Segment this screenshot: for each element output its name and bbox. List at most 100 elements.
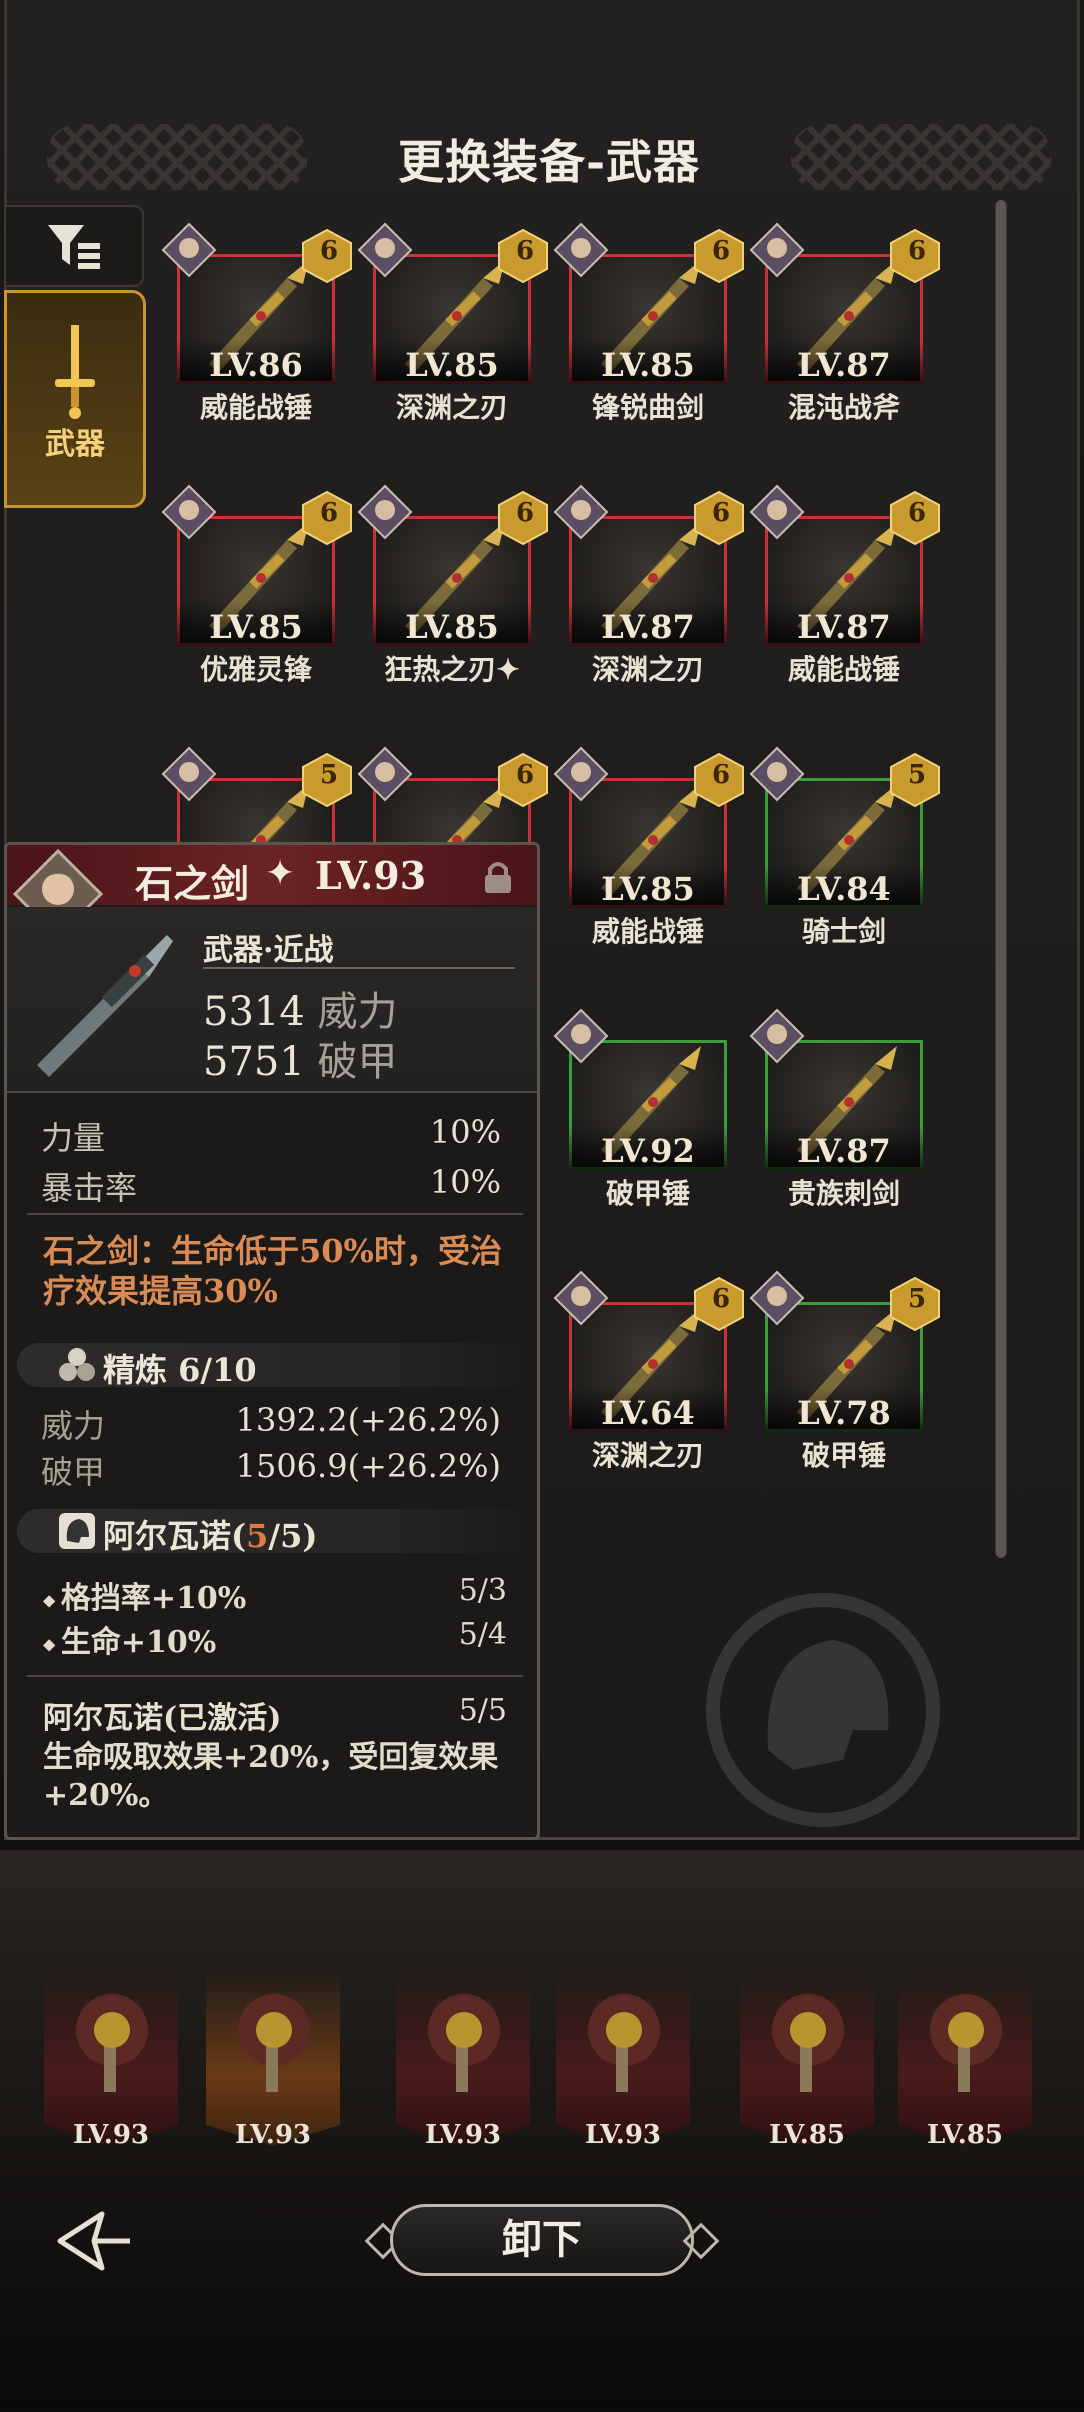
weapon-slot[interactable]: LV.86 威能战锤 6	[161, 220, 352, 424]
refine-row: 破甲 1506.9(+26.2%)	[41, 1447, 501, 1493]
equipped-slot[interactable]: LV.93	[44, 1970, 178, 2166]
set-name: 阿尔瓦诺(	[103, 1517, 247, 1555]
set-count-current: 5	[246, 1517, 269, 1555]
weapon-name: 骑士剑	[801, 915, 886, 948]
weapon-slot[interactable]: LV.84 骑士剑 5	[749, 744, 940, 948]
weapon-name: 混沌战斧	[787, 391, 900, 424]
weapon-slot[interactable]: LV.85 优雅灵锋 6	[161, 482, 352, 686]
rank-number: 6	[319, 236, 339, 266]
divider	[203, 967, 515, 969]
rapier-icon	[930, 1994, 1002, 2092]
scrollbar[interactable]	[995, 200, 1007, 1558]
rank-number: 6	[515, 760, 535, 790]
rank-number: 6	[711, 1284, 731, 1314]
equipped-slot[interactable]: LV.93	[556, 1970, 690, 2166]
unequip-button[interactable]: 卸下	[390, 2204, 694, 2276]
set-bonus-label: 生命+10%	[60, 1625, 217, 1660]
weapon-name: 贵族刺剑	[787, 1177, 900, 1210]
refine-row-value: 1392.2(+26.2%)	[235, 1401, 501, 1439]
weapon-name: 深渊之刃	[591, 1439, 704, 1472]
rank-number: 6	[907, 498, 927, 528]
back-icon[interactable]	[54, 2208, 136, 2274]
substat-row: 力量 10%	[41, 1113, 501, 1159]
scrollbar-thumb[interactable]	[996, 200, 1006, 1558]
tooltip-item-level: LV.93	[315, 853, 427, 898]
weapon-slot[interactable]: LV.87 威能战锤 6	[749, 482, 940, 686]
set-header: 阿尔瓦诺(5/5)	[17, 1509, 531, 1555]
refine-row: 威力 1392.2(+26.2%)	[41, 1401, 501, 1447]
set-count-total: /5)	[268, 1517, 318, 1555]
substat-value: 10%	[429, 1113, 501, 1151]
hammer-icon	[76, 1994, 148, 2092]
hero-portrait-icon	[161, 484, 217, 540]
hero-portrait-icon	[749, 1270, 805, 1326]
weapon-slot[interactable]: LV.85 锋锐曲剑 6	[553, 220, 744, 424]
weapon-slot[interactable]: LV.85 狂热之刃✦ 6	[357, 482, 548, 686]
hero-portrait-icon	[161, 746, 217, 802]
lock-icon[interactable]	[481, 859, 515, 895]
weapon-slot[interactable]: LV.64 深渊之刃 6	[553, 1268, 744, 1472]
hero-portrait-icon	[357, 746, 413, 802]
set-active-desc: 生命吸取效果+20%，受回复效果+20%。	[43, 1740, 499, 1813]
weapon-level: LV.85	[569, 864, 727, 908]
hero-portrait-icon	[749, 1008, 805, 1064]
equipped-level: LV.93	[72, 2120, 150, 2150]
weapon-level: LV.87	[765, 1126, 923, 1170]
filter-button[interactable]	[4, 205, 144, 287]
item-tooltip: 石之剑 ✦ LV.93 武器·近战 5314 威力 5751 破甲 力量 10%…	[4, 842, 540, 1840]
weapon-name: 深渊之刃	[395, 391, 508, 424]
equipped-level: LV.93	[424, 2120, 502, 2150]
sword-icon	[55, 325, 95, 419]
stone-sword-icon	[37, 935, 173, 1077]
equipped-slot[interactable]: LV.93	[206, 1970, 340, 2166]
weapon-slot[interactable]: LV.78 破甲锤 5	[749, 1268, 940, 1472]
equipped-slot[interactable]: LV.85	[898, 1970, 1032, 2166]
set-title: 阿尔瓦诺(5/5)	[103, 1511, 318, 1557]
set-active-row: 阿尔瓦诺(已激活) 5/5	[43, 1693, 507, 1737]
armor-value: 5751	[203, 1039, 305, 1085]
set-bonus-value: 5/4	[458, 1617, 507, 1652]
equipped-slot[interactable]: LV.93	[396, 1970, 530, 2166]
hero-portrait-icon	[553, 222, 609, 278]
hero-portrait-icon	[553, 1008, 609, 1064]
ring-icon	[772, 1994, 844, 2092]
set-active-label: 阿尔瓦诺(已激活)	[43, 1701, 282, 1736]
weapon-level: LV.87	[569, 602, 727, 646]
hero-portrait-icon	[749, 222, 805, 278]
refine-icon	[59, 1348, 95, 1381]
divider	[27, 1213, 523, 1215]
hero-portrait-icon	[357, 484, 413, 540]
weapon-name: 威能战锤	[199, 391, 312, 424]
weapon-slot[interactable]: LV.87 贵族刺剑	[749, 1006, 923, 1210]
substat-row: 暴击率 10%	[41, 1163, 501, 1209]
armor-stat: 5751 破甲	[203, 1029, 398, 1087]
tooltip-main-stats: 武器·近战 5314 威力 5751 破甲	[7, 907, 537, 1093]
weapon-slot[interactable]: LV.87 深渊之刃 6	[553, 482, 744, 686]
tab-weapon[interactable]: 武器	[4, 290, 146, 508]
armor-icon	[588, 1994, 660, 2092]
rank-number: 5	[319, 760, 339, 790]
diamond-bullet-icon: ◆	[43, 1634, 61, 1654]
filter-icon	[48, 225, 100, 269]
divider	[27, 1675, 523, 1677]
weapon-level: LV.87	[765, 602, 923, 646]
tooltip-item-name: 石之剑	[135, 861, 250, 906]
refine-label: 精炼 6/10	[103, 1351, 257, 1389]
weapon-name: 优雅灵锋	[199, 653, 312, 686]
weapon-slot[interactable]: LV.92 破甲锤	[553, 1006, 727, 1210]
weapon-level: LV.92	[569, 1126, 727, 1170]
equipped-slot[interactable]: LV.85	[740, 1970, 874, 2166]
set-bonus-value: 5/3	[458, 1573, 507, 1608]
weapon-slot[interactable]: LV.87 混沌战斧 6	[749, 220, 940, 424]
hero-portrait-icon	[553, 746, 609, 802]
weapon-slot[interactable]: LV.85 威能战锤 6	[553, 744, 744, 948]
hero-portrait-icon	[553, 484, 609, 540]
helmet-icon	[59, 1513, 95, 1549]
weapon-name: 深渊之刃	[591, 653, 704, 686]
rank-number: 6	[711, 760, 731, 790]
refine-header: 精炼 6/10	[17, 1343, 531, 1389]
rank-number: 6	[907, 236, 927, 266]
rank-number: 6	[319, 498, 339, 528]
weapon-slot[interactable]: LV.85 深渊之刃 6	[357, 220, 548, 424]
refine-row-value: 1506.9(+26.2%)	[235, 1447, 501, 1485]
